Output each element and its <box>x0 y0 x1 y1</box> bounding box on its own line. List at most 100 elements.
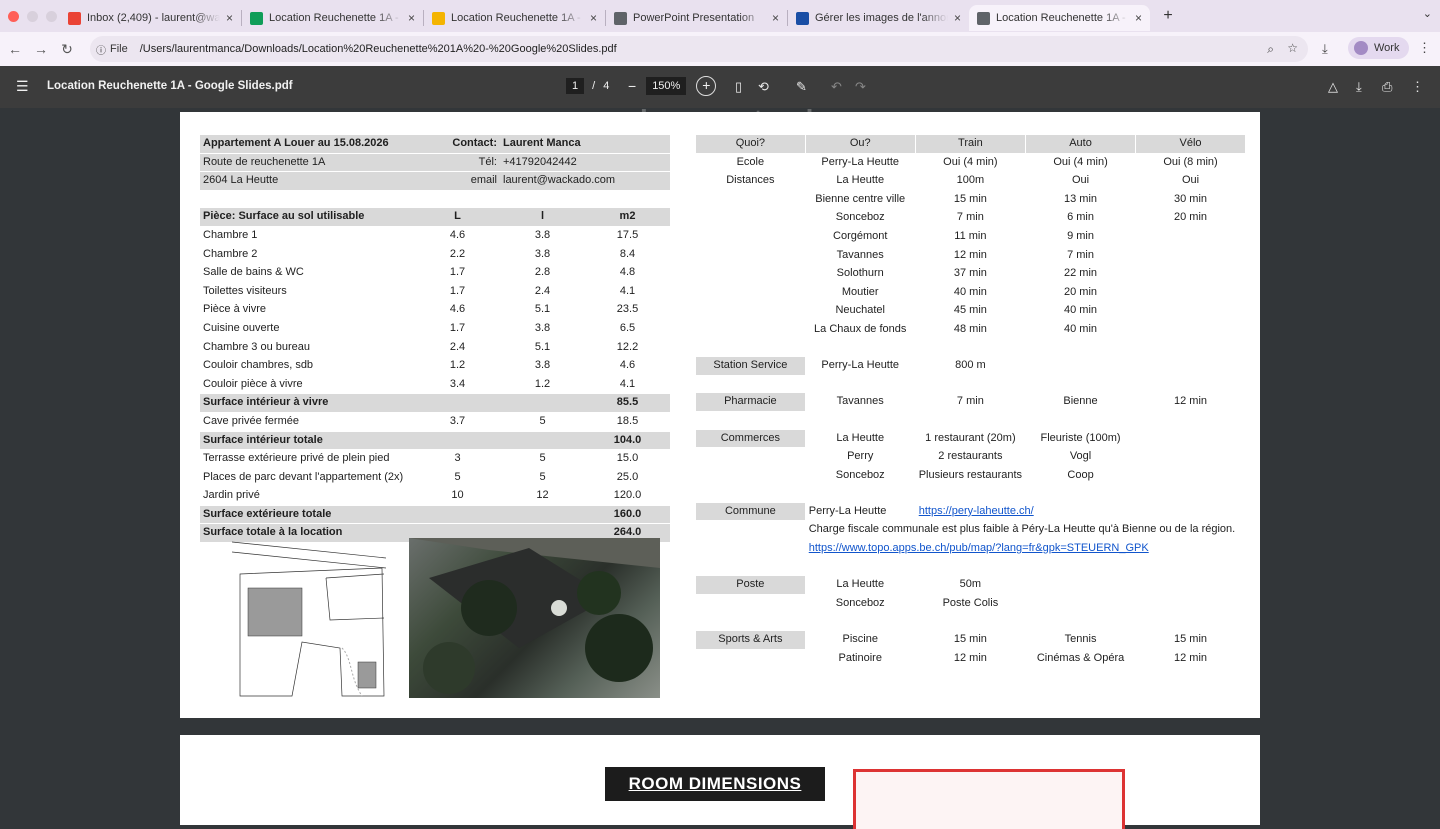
tab-close-icon[interactable]: × <box>954 11 961 25</box>
table-cell <box>415 431 500 451</box>
table-cell: 100m <box>914 172 1026 191</box>
table-cell <box>1025 576 1136 595</box>
table-cell: 4.6 <box>415 227 500 246</box>
table-cell: 37 min <box>914 265 1026 284</box>
table-cell <box>695 375 805 394</box>
table-cell: Solothurn <box>804 265 915 284</box>
table-cell <box>1135 429 1245 449</box>
table-cell: Neuchatel <box>804 302 915 321</box>
fit-page-icon[interactable]: ▯ <box>735 79 742 95</box>
browser-menu-icon[interactable]: ⋮ <box>1418 40 1431 56</box>
close-window-button[interactable] <box>8 10 19 22</box>
table-cell <box>1025 594 1136 614</box>
table-cell: 3.8 <box>500 246 585 265</box>
table-cell: 12 min <box>1135 393 1245 412</box>
table-cell: 25.0 <box>585 469 670 488</box>
more-options-icon[interactable]: ⋮ <box>1411 79 1424 95</box>
table-cell: 2.8 <box>500 264 585 283</box>
table-row: Ecole Perry-La Heutte Oui (4 min) Oui (4 mi… <box>695 153 1245 173</box>
table-cell: 40 min <box>914 283 1026 303</box>
table-cell: Oui (4 min) <box>1025 153 1136 173</box>
commune-link2-row: https://www.topo.apps.be.ch/pub/map/?lan… <box>695 540 1245 559</box>
table-cell: 85.5 <box>585 394 670 413</box>
column-header: l <box>500 208 585 227</box>
table-row <box>695 613 1245 632</box>
url-text[interactable]: /Users/laurentmanca/Downloads/Location%2… <box>140 43 617 55</box>
table-cell <box>500 394 585 413</box>
table-cell <box>804 411 915 430</box>
table-cell: La Heutte <box>804 576 915 595</box>
table-cell: 4.1 <box>585 376 670 395</box>
tab-4[interactable]: PowerPoint Presentation × <box>606 5 787 31</box>
zoom-level-input[interactable]: 150% <box>646 77 687 95</box>
total-row: Surface intérieur totale 104.0 <box>200 431 670 451</box>
slides-icon <box>432 11 445 25</box>
zoom-icon[interactable]: ⌕ <box>1267 42 1274 57</box>
tab-label: Inbox (2,409) - laurent@wackado.com <box>87 12 220 24</box>
window-controls <box>0 10 60 22</box>
table-cell: 5 <box>415 469 500 488</box>
undo-icon[interactable]: ↶ <box>831 79 842 95</box>
table-cell <box>1135 613 1245 632</box>
table-cell: 2.4 <box>500 283 585 302</box>
tax-map-link[interactable]: https://www.topo.apps.be.ch/pub/map/?lan… <box>809 542 1149 554</box>
table-row: Neuchatel 45 min 40 min <box>695 302 1245 321</box>
page-number-input[interactable]: 1 <box>566 78 585 94</box>
address-bar[interactable]: ⓘ File /Users/laurentmanca/Downloads/Loc… <box>90 36 1308 62</box>
print-icon[interactable]: ⎙ <box>1382 79 1392 95</box>
floor-plan <box>853 769 1125 829</box>
aerial-photo <box>409 538 660 698</box>
info-icon[interactable]: ⓘ <box>96 42 106 57</box>
table-cell: 8.4 <box>585 246 670 265</box>
redo-icon[interactable]: ↷ <box>855 79 866 95</box>
table-row: Salle de bains & WC 1.7 2.8 4.8 <box>200 264 670 283</box>
table-cell: Pièce à vivre <box>200 301 415 320</box>
tab-5[interactable]: Gérer les images de l'annonce × <box>788 5 969 31</box>
table-cell <box>500 431 585 451</box>
tab-search-icon[interactable]: ⌄ <box>1423 7 1432 20</box>
zoom-out-icon[interactable]: − <box>628 78 636 94</box>
pdf-page-1: Appartement A Louer au 15.08.2026 Contact… <box>180 112 1260 718</box>
tab-6[interactable]: Location Reuchenette 1A - Google Slides.… <box>969 5 1150 31</box>
table-cell: 45 min <box>914 302 1026 321</box>
table-row: Terrasse extérieure privé de plein pied 3… <box>200 450 670 469</box>
table-cell: Appartement A Louer au 15.08.2026 <box>200 135 415 154</box>
hamburger-menu-icon[interactable]: ☰ <box>16 78 29 95</box>
table-cell: Contact: <box>415 135 500 154</box>
table-cell: Surface intérieur à vivre <box>200 394 415 413</box>
zoom-in-icon[interactable]: + <box>696 76 717 96</box>
annotate-pen-icon[interactable]: ✎ <box>796 79 807 95</box>
profile-button[interactable]: Work <box>1348 37 1410 59</box>
table-cell: 5 <box>500 469 585 488</box>
contact-row: Route de reuchenette 1A Tél: +41792042442 <box>200 153 670 173</box>
maximize-window-button[interactable] <box>46 10 57 22</box>
rotate-icon[interactable]: ⟲ <box>758 79 769 95</box>
download-icon[interactable]: ⤓ <box>1356 79 1362 95</box>
tab-close-icon[interactable]: × <box>226 11 233 25</box>
bookmark-star-icon[interactable]: ☆ <box>1287 41 1298 55</box>
tab-close-icon[interactable]: × <box>772 11 779 25</box>
table-cell <box>1135 302 1245 321</box>
table-cell <box>1135 375 1245 394</box>
commune-link[interactable]: https://pery-laheutte.ch/ <box>919 505 1034 517</box>
new-tab-button[interactable]: + <box>1158 7 1178 25</box>
forward-arrow-icon[interactable]: → <box>28 41 54 57</box>
tab-2[interactable]: Location Reuchenette 1A - Google Sheets × <box>242 5 423 31</box>
reload-icon[interactable]: ↻ <box>54 41 80 58</box>
minimize-window-button[interactable] <box>27 10 38 22</box>
table-row: Sports & Arts Piscine 15 min Tennis 15 min <box>695 631 1245 650</box>
downloads-icon[interactable]: ⤓ <box>1322 41 1328 57</box>
tab-close-icon[interactable]: × <box>590 11 597 25</box>
tab-3[interactable]: Location Reuchenette 1A - Google Slides × <box>424 5 605 31</box>
table-cell: 2.4 <box>415 339 500 358</box>
tab-1[interactable]: Inbox (2,409) - laurent@wackado.com × <box>60 5 241 31</box>
drive-save-icon[interactable]: △ <box>1328 79 1338 95</box>
back-arrow-icon[interactable]: ← <box>2 41 28 57</box>
avatar <box>1354 41 1368 55</box>
tab-close-icon[interactable]: × <box>408 11 415 25</box>
table-cell: 10 <box>415 487 500 506</box>
tab-close-icon[interactable]: × <box>1135 11 1142 25</box>
commune-note: Charge fiscale communale est plus faible… <box>804 521 1245 541</box>
table-cell <box>804 613 915 632</box>
profile-label: Work <box>1374 42 1400 54</box>
